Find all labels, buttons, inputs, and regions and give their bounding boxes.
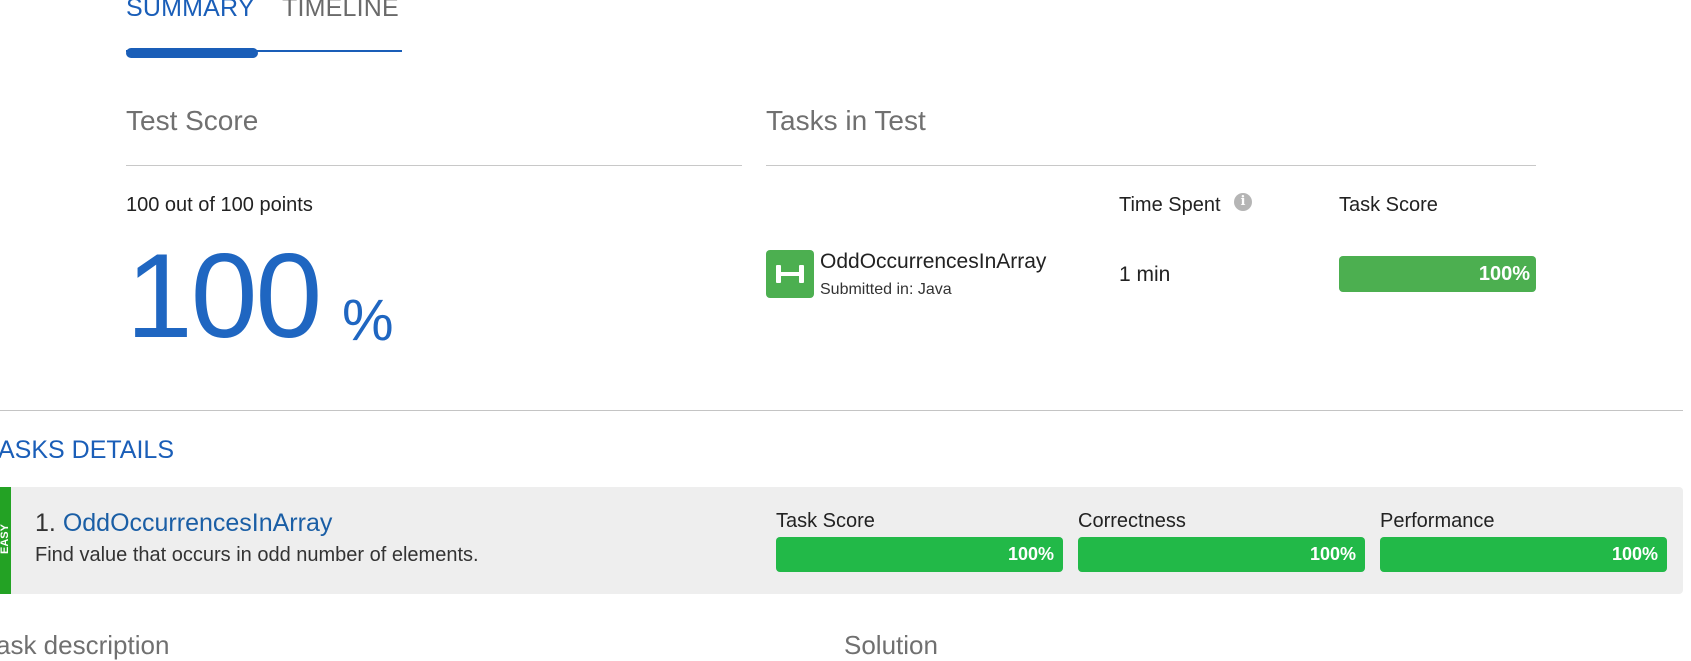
task-score-bar: 100% (1339, 256, 1536, 292)
task-detail-card: EASY 1. OddOccurrencesInArray Find value… (0, 487, 1683, 594)
task-number: 1. (35, 509, 56, 537)
metric-performance-label: Performance (1380, 510, 1495, 532)
tab-timeline[interactable]: TIMELINE (282, 0, 399, 23)
task-detail-name-link[interactable]: OddOccurrencesInArray (63, 509, 333, 537)
test-score-percent: 100 (126, 229, 322, 363)
details-divider (0, 410, 1683, 411)
solution-heading: Solution (844, 630, 938, 660)
metric-correctness-value: 100% (1309, 544, 1356, 564)
task-score-label: 100% (1478, 263, 1530, 285)
metric-correctness-bar: 100% (1078, 537, 1365, 572)
test-score-percent-sign: % (342, 288, 394, 353)
task-detail-heading: 1. OddOccurrencesInArray (35, 509, 332, 538)
metric-task-score-bar: 100% (776, 537, 1063, 572)
task-icon-tile (766, 250, 814, 298)
task-time-spent: 1 min (1119, 263, 1171, 286)
task-description-heading: ask description (0, 630, 170, 660)
col-task-score-header: Task Score (1339, 194, 1438, 216)
tab-summary[interactable]: SUMMARY (126, 0, 255, 23)
metric-performance-value: 100% (1611, 544, 1658, 564)
task-level-label: EASY (0, 524, 11, 554)
test-score-divider (126, 165, 742, 166)
metric-performance-bar: 100% (1380, 537, 1667, 572)
tasks-in-test-title: Tasks in Test (766, 105, 926, 136)
task-detail-description: Find value that occurs in odd number of … (35, 544, 479, 566)
test-score-title: Test Score (126, 105, 259, 136)
tab-active-indicator (126, 48, 258, 58)
task-submitted-language: Submitted in: Java (820, 281, 952, 298)
metric-task-score-label: Task Score (776, 510, 875, 532)
task-name[interactable]: OddOccurrencesInArray (820, 250, 1046, 274)
col-time-spent-header: Time Spent (1119, 194, 1221, 216)
tasks-details-title: ASKS DETAILS (0, 436, 174, 464)
info-icon[interactable]: i (1234, 193, 1252, 211)
test-score-points: 100 out of 100 points (126, 194, 313, 216)
dumbbell-icon (776, 265, 804, 283)
task-level-strip: EASY (0, 487, 11, 594)
metric-task-score-value: 100% (1007, 544, 1054, 564)
tasks-in-test-divider (766, 165, 1536, 166)
metric-correctness-label: Correctness (1078, 510, 1186, 532)
